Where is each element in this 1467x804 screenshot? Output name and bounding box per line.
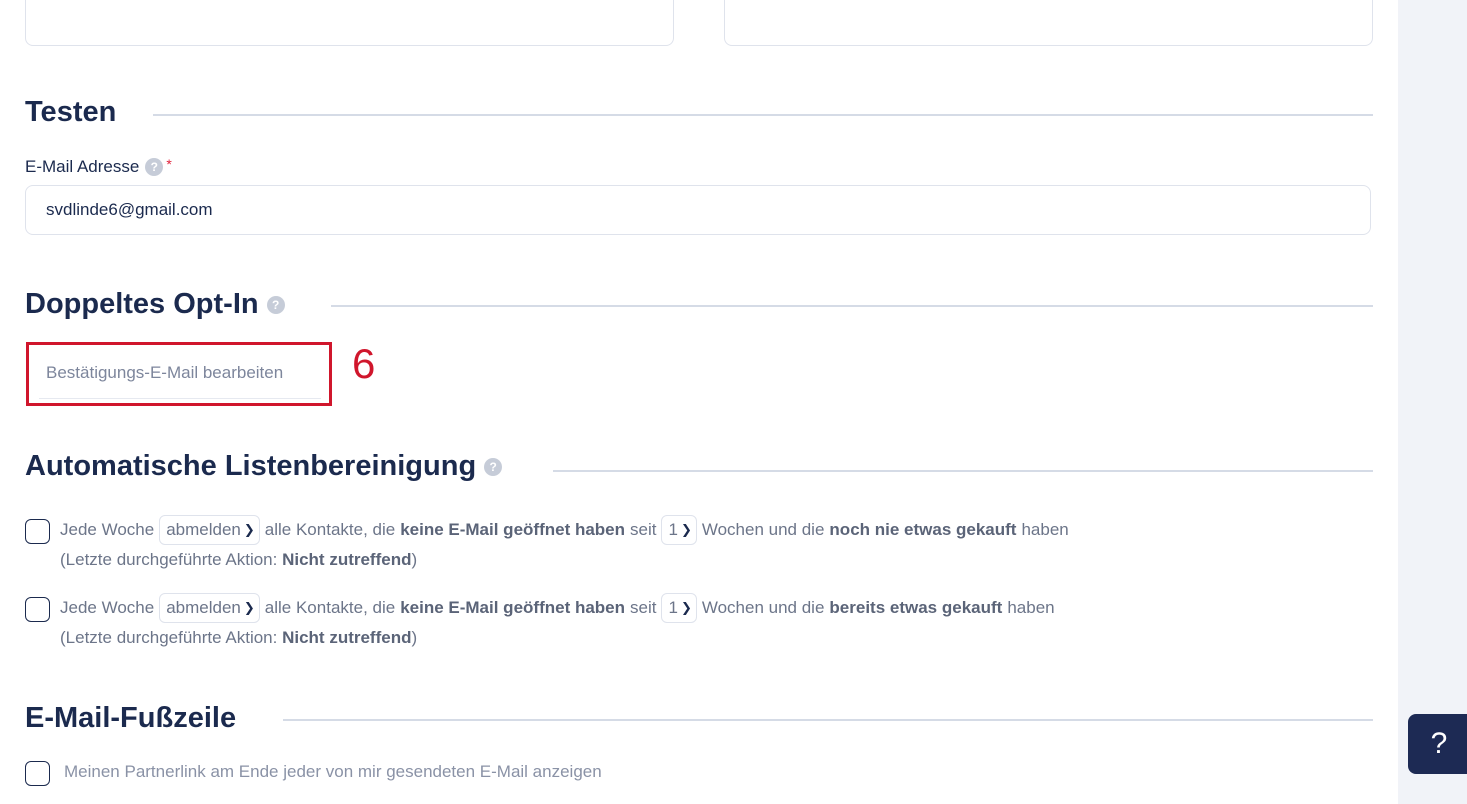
rule-text: seit — [630, 520, 657, 539]
help-icon[interactable]: ? — [484, 457, 503, 476]
section-divider — [153, 114, 1373, 116]
last-action-text: (Letzte durchgeführte Aktion: Nicht zutr… — [60, 550, 417, 570]
last-action-value: Nicht zutreffend — [282, 628, 412, 647]
cleanup-rule-checkbox[interactable] — [25, 519, 50, 544]
action-select[interactable]: abmelden ❯ — [159, 593, 260, 623]
rule-text: alle Kontakte, die — [264, 520, 396, 539]
cleanup-rule-checkbox[interactable] — [25, 597, 50, 622]
last-action-prefix: (Letzte durchgeführte Aktion: — [60, 550, 283, 569]
chevron-down-icon: ❯ — [680, 522, 692, 537]
right-panel-background — [1398, 0, 1467, 804]
question-mark-icon: ? — [1430, 727, 1448, 760]
annotation-number: 6 — [352, 340, 376, 387]
rule-text: haben — [1021, 520, 1069, 539]
last-action-value: Nicht zutreffend — [282, 550, 412, 569]
action-select-value: abmelden — [166, 520, 241, 539]
section-divider — [553, 470, 1373, 472]
rule-text: Wochen und die — [701, 520, 825, 539]
section-title-email-footer: E-Mail-Fußzeile — [25, 702, 237, 734]
required-asterisk: * — [166, 156, 172, 172]
email-field-label: E-Mail Adresse ? * — [25, 156, 172, 177]
last-action-text: (Letzte durchgeführte Aktion: Nicht zutr… — [60, 628, 417, 648]
rule-text: Wochen und die — [701, 598, 825, 617]
rule-bold-text: noch nie etwas gekauft — [829, 520, 1017, 539]
weeks-select[interactable]: 1 ❯ — [661, 593, 697, 623]
weeks-select[interactable]: 1 ❯ — [661, 515, 697, 545]
chevron-down-icon: ❯ — [243, 522, 255, 537]
rule-bold-text: keine E-Mail geöffnet haben — [400, 598, 626, 617]
button-underline — [39, 398, 321, 399]
last-action-prefix: (Letzte durchgeführte Aktion: — [60, 628, 283, 647]
weeks-select-value: 1 — [668, 598, 678, 617]
test-email-input[interactable] — [25, 185, 1371, 235]
last-action-suffix: ) — [411, 628, 418, 647]
weeks-select-value: 1 — [668, 520, 678, 539]
section-title-auto-cleanup: Automatische Listenbereinigung ? — [25, 450, 503, 483]
rule-text: alle Kontakte, die — [264, 598, 396, 617]
auto-cleanup-title-text: Automatische Listenbereinigung — [25, 450, 477, 482]
section-divider — [283, 719, 1373, 721]
section-title-double-opt-in: Doppeltes Opt-In ? — [25, 288, 285, 321]
email-label-text: E-Mail Adresse — [25, 157, 140, 176]
help-button[interactable]: ? — [1408, 714, 1467, 774]
rule-text: Jede Woche — [60, 520, 155, 539]
section-divider — [331, 305, 1373, 307]
action-select-value: abmelden — [166, 598, 241, 617]
rule-text: Jede Woche — [60, 598, 155, 617]
textarea-left[interactable] — [25, 0, 674, 46]
chevron-down-icon: ❯ — [680, 600, 692, 615]
partner-link-checkbox[interactable] — [25, 761, 50, 786]
rule-bold-text: keine E-Mail geöffnet haben — [400, 520, 626, 539]
edit-confirmation-email-button[interactable]: Bestätigungs-E-Mail bearbeiten — [29, 345, 329, 401]
edit-confirmation-email-label: Bestätigungs-E-Mail bearbeiten — [46, 363, 284, 382]
chevron-down-icon: ❯ — [243, 600, 255, 615]
partner-link-label: Meinen Partnerlink am Ende jeder von mir… — [64, 762, 602, 781]
textarea-right[interactable] — [724, 0, 1373, 46]
action-select[interactable]: abmelden ❯ — [159, 515, 260, 545]
cleanup-rule-row: Jede Woche abmelden ❯ alle Kontakte, die … — [60, 515, 1069, 545]
cleanup-rule-row: Jede Woche abmelden ❯ alle Kontakte, die … — [60, 593, 1055, 623]
help-icon[interactable]: ? — [266, 295, 285, 314]
rule-text: haben — [1007, 598, 1055, 617]
rule-bold-text: bereits etwas gekauft — [829, 598, 1003, 617]
help-icon[interactable]: ? — [145, 158, 164, 176]
section-title-testen: Testen — [25, 96, 117, 128]
double-opt-in-title-text: Doppeltes Opt-In — [25, 288, 259, 320]
rule-text: seit — [630, 598, 657, 617]
last-action-suffix: ) — [411, 550, 418, 569]
